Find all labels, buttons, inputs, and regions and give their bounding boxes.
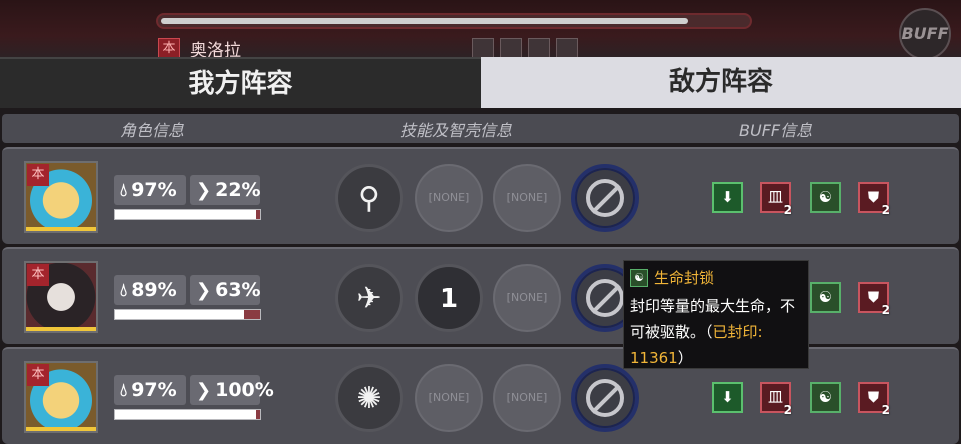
shield-break-icon[interactable]: ⛊ 2	[858, 282, 890, 317]
skill-slot-2[interactable]: 1	[415, 264, 483, 332]
buff-stack: 2	[881, 403, 890, 417]
droplet-icon: 💧︎	[120, 279, 128, 301]
buff-glyph: 皿	[767, 388, 783, 406]
ban-icon	[586, 279, 624, 317]
team-tabs: 我方阵容 敌方阵容	[0, 57, 961, 108]
hp-bar	[114, 309, 261, 320]
column-skills: 技能及智壳信息	[400, 120, 513, 140]
buff-glyph: ☯	[818, 388, 833, 406]
rarity-bar	[26, 427, 96, 431]
tooltip-sealed-label: 已封印:	[712, 323, 763, 341]
status-icon	[472, 38, 494, 58]
ban-icon	[586, 379, 624, 417]
buff-stack: 2	[783, 203, 792, 217]
shield-break-icon[interactable]: ⛊ 2	[858, 382, 890, 417]
hp-bar	[114, 409, 261, 420]
skill-slot-1[interactable]: ✺	[335, 364, 403, 432]
tab-ally-team[interactable]: 我方阵容	[0, 57, 481, 108]
status-icon	[556, 38, 578, 58]
energy-icon: ❯	[196, 279, 212, 301]
hp-percent: 97%	[131, 179, 177, 201]
enemy-hp-progress-fill	[161, 18, 688, 24]
ban-icon	[586, 179, 624, 217]
status-icon	[528, 38, 550, 58]
hp-bar-fill	[115, 210, 256, 219]
tooltip-body: 封印等量的最大生命，不可被驱散。（已封印: 11361）	[630, 297, 796, 367]
energy-stat: ❯ 63%	[190, 275, 261, 305]
hp-percent: 89%	[131, 279, 177, 301]
skill-slot-3[interactable]: [NONE]	[493, 164, 561, 232]
faction-icon: 本	[27, 264, 49, 286]
swirl-icon[interactable]: ☯	[810, 182, 841, 213]
droplet-icon: 💧︎	[120, 179, 128, 201]
hp-stat: 💧︎ 97%	[114, 375, 186, 405]
hp-bar-fill	[115, 310, 245, 319]
buff-glyph: ⛊	[867, 288, 880, 306]
buff-glyph: ⬇	[721, 188, 734, 206]
shell-slot-banned[interactable]	[571, 364, 639, 432]
buff-tooltip: ☯ 生命封锁 封印等量的最大生命，不可被驱散。（已封印: 11361）	[623, 260, 809, 369]
buff-stack: 2	[783, 403, 792, 417]
enemy-status-icons	[472, 38, 578, 58]
character-portrait[interactable]: 本	[24, 161, 98, 233]
shield-down-icon[interactable]: ⬇	[712, 182, 743, 213]
skill-slot-1[interactable]: ✈	[335, 264, 403, 332]
rarity-bar	[26, 327, 96, 331]
shell-slot-banned[interactable]	[571, 164, 639, 232]
hp-stat: 💧︎ 97%	[114, 175, 186, 205]
swirl-icon[interactable]: ☯	[810, 282, 841, 313]
buff-glyph: ⛊	[867, 188, 880, 206]
tab-enemy-team[interactable]: 敌方阵容	[481, 57, 961, 108]
ward-icon[interactable]: 皿2	[760, 382, 792, 417]
tooltip-sealed-value: 11361	[630, 349, 678, 367]
swirl-icon[interactable]: ☯	[810, 382, 841, 413]
faction-icon: 本	[27, 164, 49, 186]
energy-percent: 100%	[215, 379, 274, 401]
ward-icon[interactable]: 皿2	[760, 182, 792, 217]
character-row[interactable]: 本 💧︎ 97% ❯ 22% ⚲ [NONE] [NONE] ⬇ 皿2 ☯ ⛊ 2	[2, 147, 959, 244]
energy-stat: ❯ 100%	[190, 375, 274, 405]
rarity-bar	[26, 227, 96, 231]
droplet-icon: 💧︎	[120, 379, 128, 401]
character-portrait[interactable]: 本	[24, 261, 98, 333]
faction-icon: 本	[27, 364, 49, 386]
buff-glyph: ☯	[818, 288, 833, 306]
hp-bar	[114, 209, 261, 220]
skill-slot-2[interactable]: [NONE]	[415, 164, 483, 232]
column-character: 角色信息	[120, 120, 185, 140]
hp-percent: 97%	[131, 379, 177, 401]
skill-slot-2[interactable]: [NONE]	[415, 364, 483, 432]
skill-slot-3[interactable]: [NONE]	[493, 264, 561, 332]
hp-stat: 💧︎ 89%	[114, 275, 186, 305]
hp-bar-fill	[115, 410, 256, 419]
buff-stack: 2	[881, 303, 890, 317]
buff-button[interactable]: BUFF	[899, 8, 951, 60]
enemy-hp-progress-bar	[156, 13, 752, 29]
energy-icon: ❯	[196, 179, 212, 201]
skill-slot-3[interactable]: [NONE]	[493, 364, 561, 432]
buff-glyph: 皿	[767, 188, 783, 206]
buff-glyph: ⬇	[721, 388, 734, 406]
swirl-icon: ☯	[630, 269, 648, 287]
energy-percent: 63%	[215, 279, 261, 301]
tooltip-header: ☯ 生命封锁	[630, 265, 802, 291]
shield-down-icon[interactable]: ⬇	[712, 382, 743, 413]
status-icon	[500, 38, 522, 58]
character-portrait[interactable]: 本	[24, 361, 98, 433]
character-row[interactable]: 本 💧︎ 97% ❯ 100% ✺ [NONE] [NONE] ⬇ 皿2 ☯ ⛊…	[2, 347, 959, 444]
column-buffs: BUFF信息	[739, 120, 813, 140]
character-row[interactable]: 本 💧︎ 89% ❯ 63% ✈ 1 [NONE] ☯ ⛊ 2	[2, 247, 959, 344]
column-header: 角色信息 技能及智壳信息 BUFF信息	[2, 114, 959, 143]
buff-glyph: ⛊	[867, 388, 880, 406]
energy-percent: 22%	[215, 179, 261, 201]
tooltip-title: 生命封锁	[654, 269, 715, 287]
energy-stat: ❯ 22%	[190, 175, 261, 205]
skill-slot-1[interactable]: ⚲	[335, 164, 403, 232]
shield-break-icon[interactable]: ⛊ 2	[858, 182, 890, 217]
energy-icon: ❯	[196, 379, 212, 401]
buff-stack: 2	[881, 203, 890, 217]
buff-glyph: ☯	[818, 188, 833, 206]
